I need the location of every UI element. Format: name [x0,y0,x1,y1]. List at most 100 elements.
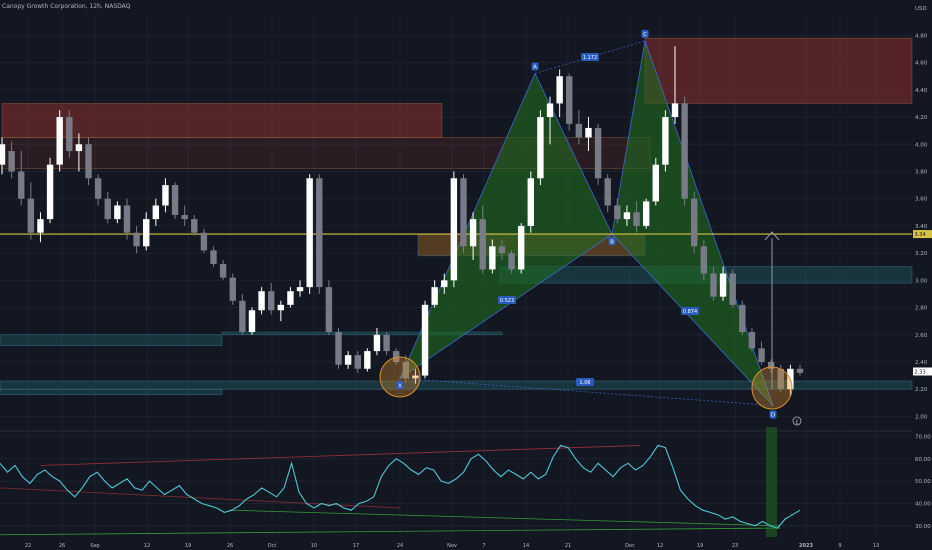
price-tick-label: 4.40 [915,88,928,94]
candle-body [681,103,688,199]
candle-body [441,280,448,288]
point-label-D: D [771,413,775,419]
ratio-label: 1.172 [583,55,597,61]
candle-body [729,273,736,305]
candle-body [277,304,285,311]
candle-body [200,232,208,251]
point-label-C: C [643,32,647,38]
candle-body [796,368,804,373]
candle-body [662,117,669,165]
alert-glyph: £ [795,420,798,426]
time-tick-label: Nov [447,543,457,549]
candle-body [479,219,486,270]
time-tick-label: 12 [657,543,663,549]
candle-body [469,219,477,247]
candle-body [133,232,140,247]
time-tick-label: 19 [185,543,191,549]
candle-body [594,127,602,179]
candle-body [229,277,236,301]
candle-body [354,355,361,369]
candle-body [268,291,275,311]
time-tick-label: 7 [482,543,485,549]
candle-body [191,219,198,233]
candle-body [691,198,698,247]
rsi-tick-label: 40.00 [915,501,931,507]
price-tick-label: 3.20 [915,251,928,257]
time-tick-label: 24 [397,543,403,549]
key-level-price: 3.34 [915,232,926,238]
candle-body [508,253,515,270]
candle-body [652,164,659,202]
candle-body [171,185,179,216]
time-tick-label: 12 [144,543,150,549]
reversal-circle-x [379,356,421,398]
rsi-tick-label: 70.00 [915,434,931,440]
time-tick-label: 9 [838,543,841,549]
price-tick-label: 3.60 [915,197,928,203]
candle-body [460,178,467,247]
point-label-A: A [533,65,537,71]
time-tick-label: 23 [732,543,738,549]
candle-body [364,351,371,369]
candle-body [85,144,92,179]
candle-body [373,334,381,352]
candle-body [27,198,35,233]
time-tick-label: 2023 [799,543,813,549]
time-tick-label: 19 [697,543,703,549]
chart-canvas[interactable]: £ X A B C D 0.523 1.172 0.874 1.06 USD 4.80 4.60 4.40… [0,0,932,550]
price-tick-label: 4.60 [915,61,928,67]
price-tick-label: 4.00 [915,142,928,148]
candle-body [344,355,352,365]
ratio-label: 0.874 [683,309,697,315]
candle-body [575,123,583,138]
ratio-label: 0.523 [500,298,514,304]
candle-body [94,178,102,199]
candle-body [0,144,6,165]
price-tick-label: 2.00 [915,414,928,420]
candle-body [748,332,756,349]
candle-body [421,304,429,376]
candle-body [585,127,592,138]
candle-body [152,205,160,220]
candle-body [700,246,708,274]
candle-body [75,144,83,152]
time-tick-label: 21 [565,543,571,549]
time-tick-label: 13 [873,543,879,549]
time-tick-label: Oct [268,543,277,549]
time-tick-label: Dec [625,543,635,549]
price-tick-label: 3.40 [915,224,928,230]
candle-body [739,304,746,333]
candle-body [316,178,323,288]
candle-body [181,215,188,220]
candle-body [489,246,496,270]
rsi-bull-divergence-2 [0,527,781,536]
price-tick-label: 4.20 [915,115,928,121]
price-tick-label: 2.80 [915,306,928,312]
chart-symbol-title: Canopy Growth Corporation, 12h, NASDAQ [2,3,131,10]
rsi-tick-label: 30.00 [915,524,931,530]
candle-body [296,287,304,292]
ratio-label: 1.06 [579,380,590,386]
candle-body [325,287,333,333]
candle-body [306,178,313,288]
zone-resistance [644,37,913,104]
candle-body [210,250,217,264]
candle-body [219,264,227,278]
rsi-tick-label: 60.00 [915,457,931,463]
candle-body [498,246,506,254]
point-label-X: X [398,383,402,389]
candle-body [719,273,727,297]
price-tick-label: 4.80 [915,33,928,39]
candle-body [642,201,650,226]
candle-body [527,178,534,226]
candle-body [239,300,246,333]
candle-body [537,117,544,179]
time-tick-label: Sep [90,543,99,549]
candle-body [66,117,73,152]
currency-label: USD [915,6,927,12]
rsi-bear-divergence [39,445,641,466]
candle-body [143,219,150,247]
candle-body [710,273,717,297]
candle-body [614,205,621,220]
time-tick-label: 14 [523,543,529,549]
